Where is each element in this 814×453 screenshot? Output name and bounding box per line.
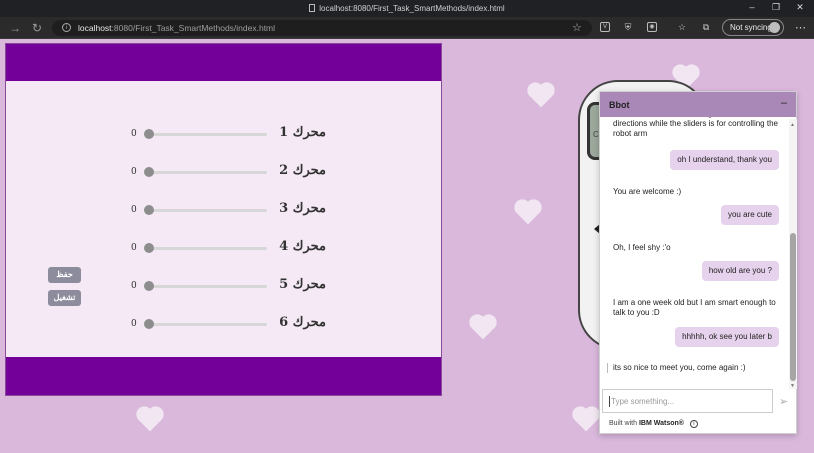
- back-arrow-icon[interactable]: →: [9, 21, 21, 35]
- motor-label: محرك 4: [279, 239, 326, 254]
- slider-thumb[interactable]: [144, 319, 154, 329]
- chat-input[interactable]: Type something...: [602, 389, 773, 413]
- url-text[interactable]: localhost:8080/First_Task_SmartMethods/i…: [78, 23, 275, 33]
- bot-message: I am a one week old but I am smart enoug…: [613, 298, 776, 317]
- chat-footer: Built with IBM Watson® i: [609, 420, 698, 428]
- chat-widget: Bbot – The remote is for controlling the…: [599, 91, 797, 434]
- slider-thumb[interactable]: [144, 205, 154, 215]
- user-message: oh I understand, thank you: [670, 150, 779, 170]
- camera-icon[interactable]: ◉: [647, 22, 657, 32]
- url-field[interactable]: i localhost:8080/First_Task_SmartMethods…: [52, 20, 592, 36]
- info-icon[interactable]: i: [62, 23, 71, 32]
- save-button[interactable]: حفظ: [48, 267, 81, 283]
- favorites-icon[interactable]: ☆: [677, 22, 687, 32]
- slider-thumb[interactable]: [144, 129, 154, 139]
- user-message: you are cute: [720, 205, 779, 225]
- motor-label: محرك 1: [279, 125, 326, 140]
- chat-messages: The remote is for controlling the robot …: [600, 117, 790, 387]
- motor-label: محرك 2: [279, 163, 326, 178]
- motor-label: محرك 6: [279, 315, 326, 330]
- heart-decoration: [529, 84, 553, 108]
- message-marker: [607, 363, 608, 373]
- panel-header: [6, 44, 441, 81]
- heart-decoration: [138, 408, 162, 432]
- motor-row: 0 محرك 2: [6, 162, 441, 182]
- motor-row: 0 محرك 3: [6, 200, 441, 220]
- run-button[interactable]: تشغيل: [48, 290, 81, 306]
- motor-slider[interactable]: [147, 285, 267, 288]
- extension-v-icon[interactable]: V: [600, 22, 610, 32]
- motor-slider[interactable]: [147, 209, 267, 212]
- sync-button[interactable]: Not syncing: [722, 19, 784, 36]
- scroll-down-icon[interactable]: ▼: [790, 383, 795, 389]
- motor-value: 0: [131, 243, 137, 253]
- slider-thumb[interactable]: [144, 167, 154, 177]
- user-message: hhhhh, ok see you later b: [675, 327, 779, 347]
- motor-label: محرك 5: [279, 277, 326, 292]
- info-icon[interactable]: i: [689, 420, 698, 428]
- motor-value: 0: [131, 281, 137, 291]
- heart-decoration: [574, 408, 598, 432]
- window-titlebar: localhost:8080/First_Task_SmartMethods/i…: [0, 0, 814, 17]
- motor-slider[interactable]: [147, 247, 267, 250]
- motor-slider[interactable]: [147, 171, 267, 174]
- panel-footer: [6, 357, 441, 395]
- slider-thumb[interactable]: [144, 281, 154, 291]
- chat-title: Bbot: [609, 100, 630, 110]
- motor-value: 0: [131, 205, 137, 215]
- chat-input-placeholder: Type something...: [611, 397, 675, 406]
- bot-message: You are welcome :): [613, 187, 682, 196]
- motor-row: 0 محرك 6: [6, 314, 441, 334]
- shield-icon[interactable]: ⛨: [623, 22, 633, 32]
- page-icon: [309, 4, 316, 12]
- motor-row: 0 محرك 1: [6, 124, 441, 144]
- watson-brand: IBM Watson®: [638, 420, 684, 427]
- collections-icon[interactable]: ⧉: [701, 22, 711, 32]
- user-message: how old are you ?: [701, 261, 779, 281]
- refresh-icon[interactable]: ↻: [32, 21, 42, 35]
- restore-window-button[interactable]: ❐: [769, 2, 783, 13]
- profile-avatar-icon: [769, 22, 780, 33]
- minimize-chat-button[interactable]: –: [781, 97, 787, 109]
- motor-slider[interactable]: [147, 133, 267, 136]
- scroll-up-icon[interactable]: ▲: [790, 122, 795, 128]
- bot-message: The remote is for controlling the robot …: [613, 117, 778, 138]
- text-caret: [609, 396, 610, 407]
- minimize-window-button[interactable]: –: [745, 2, 759, 12]
- slider-thumb[interactable]: [144, 243, 154, 253]
- scrollbar-thumb[interactable]: [790, 233, 796, 381]
- heart-decoration: [516, 201, 540, 225]
- more-icon[interactable]: ⋯: [795, 21, 806, 34]
- send-icon[interactable]: ➢: [779, 395, 788, 408]
- control-panel: 0 محرك 1 0 محرك 2 0 محرك 3 0 محرك 4 0 مح…: [5, 43, 442, 396]
- chat-header: Bbot –: [600, 92, 796, 117]
- window-title: localhost:8080/First_Task_SmartMethods/i…: [0, 4, 814, 13]
- motor-label: محرك 3: [279, 201, 326, 216]
- bot-message: Oh, I feel shy :'o: [613, 243, 671, 252]
- favorite-star-icon[interactable]: ☆: [572, 21, 582, 34]
- motor-slider[interactable]: [147, 323, 267, 326]
- motor-value: 0: [131, 167, 137, 177]
- close-window-button[interactable]: ✕: [793, 2, 807, 13]
- chat-scrollbar[interactable]: ▲ ▼: [789, 119, 797, 389]
- bot-message: its so nice to meet you, come again :): [613, 363, 746, 372]
- motor-value: 0: [131, 129, 137, 139]
- address-bar: → ↻ i localhost:8080/First_Task_SmartMet…: [0, 17, 814, 39]
- motor-row: 0 محرك 4: [6, 238, 441, 258]
- motor-value: 0: [131, 319, 137, 329]
- heart-decoration: [471, 316, 495, 340]
